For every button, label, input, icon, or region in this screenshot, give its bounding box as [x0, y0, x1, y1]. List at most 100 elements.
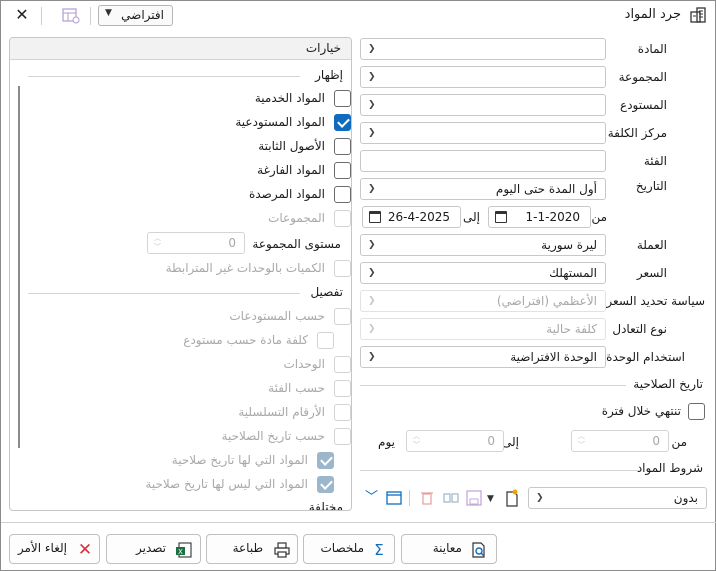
by-expiry-label: حسب تاريخ الصلاحية [221, 429, 325, 443]
chevron-down-icon[interactable]: ﹀ [365, 490, 378, 506]
groups-label: المجموعات [268, 211, 325, 225]
unlinked-units-checkbox[interactable] [334, 260, 351, 277]
material-combo[interactable]: ❯ [360, 38, 606, 60]
spin-arrows-icon[interactable]: ︿ ﹀ [154, 234, 161, 252]
scroll-indicator[interactable] [18, 86, 20, 448]
service-materials-checkbox[interactable] [334, 90, 351, 107]
footer-divider [1, 522, 716, 523]
calendar-icon[interactable] [369, 211, 381, 223]
summaries-button[interactable]: Σ ملخصات [303, 534, 395, 564]
chevron-down-icon: ❯ [368, 44, 376, 54]
cost-center-combo[interactable]: ❯ [360, 122, 606, 144]
show-section-title: إظهار [315, 68, 343, 82]
expiry-period-checkbox[interactable] [688, 403, 705, 420]
unit-usage-combo[interactable]: الوحدة الافتراضية ❯ [360, 346, 606, 368]
toolbar-separator [409, 490, 410, 506]
unit-usage-label: استخدام الوحدة [606, 350, 685, 364]
date-to-input[interactable]: 26-4-2025 [362, 206, 461, 228]
options-header-label: خيارات [305, 41, 341, 55]
expiry-to-input[interactable]: 0 ︿ ﹀ [406, 430, 504, 452]
chevron-down-icon: ❯ [368, 352, 376, 362]
save-icon[interactable] [465, 489, 483, 507]
serial-numbers-checkbox[interactable] [334, 404, 351, 421]
preset-select[interactable]: افتراضي ▼ [98, 5, 173, 26]
preview-button[interactable]: معاينة [401, 534, 497, 564]
export-button[interactable]: X تصدير [106, 534, 201, 564]
warehouse-materials-checkbox[interactable] [334, 114, 351, 131]
chevron-down-icon: ❯ [368, 324, 376, 334]
expiry-to-label: إلى [502, 435, 519, 449]
date-from-input[interactable]: 1-1-2020 [488, 206, 591, 228]
by-warehouses-label: حسب المستودعات [229, 309, 325, 323]
price-combo[interactable]: المستهلك ❯ [360, 262, 606, 284]
category-input[interactable] [360, 150, 606, 172]
preset-value: افتراضي [121, 8, 164, 22]
date-range-combo[interactable]: أول المدة حتى اليوم ❯ [360, 178, 606, 200]
detail-section-title: تفصيل [310, 285, 343, 299]
cancel-button[interactable]: ✕ إلغاء الأمر [9, 534, 100, 564]
chevron-down-icon: ❯ [368, 240, 376, 250]
warehouse-combo[interactable]: ❯ [360, 94, 606, 116]
balanced-materials-checkbox[interactable] [334, 186, 351, 203]
preview-icon [472, 542, 485, 558]
by-category-checkbox[interactable] [334, 380, 351, 397]
expiry-from-label: من [671, 435, 687, 449]
price-policy-combo[interactable]: الأعظمي (افتراضي) ❯ [360, 290, 606, 312]
excel-icon: X [176, 542, 192, 558]
category-label: الفئة [643, 154, 667, 168]
cancel-x-icon: ✕ [77, 540, 93, 560]
expiry-section-title: تاريخ الصلاحية [633, 377, 703, 391]
group-level-value: 0 [228, 236, 236, 250]
equivalence-label: نوع التعادل [612, 322, 667, 336]
expiry-unit-label: يوم [378, 435, 395, 449]
cost-per-warehouse-label: كلفة مادة حسب مستودع [183, 333, 308, 347]
window-icon[interactable] [385, 489, 403, 507]
date-to-value: 26-4-2025 [387, 210, 450, 224]
equivalence-combo[interactable]: كلفة حالية ❯ [360, 318, 606, 340]
summaries-label: ملخصات [320, 541, 364, 555]
preview-label: معاينة [432, 541, 462, 555]
settings-table-icon[interactable] [61, 7, 81, 25]
edit-icon[interactable] [442, 489, 460, 507]
conditions-combo[interactable]: بدون ❯ [528, 487, 707, 509]
spin-arrows-icon[interactable]: ︿ ﹀ [578, 432, 585, 450]
svg-text:X: X [178, 548, 183, 556]
conditions-value: بدون [673, 491, 698, 505]
delete-icon[interactable] [419, 489, 435, 507]
spin-arrows-icon[interactable]: ︿ ﹀ [413, 432, 420, 450]
section-divider [28, 76, 300, 77]
chevron-down-icon: ❯ [536, 493, 544, 503]
chevron-down-icon[interactable]: ▼ [487, 491, 494, 507]
by-expiry-checkbox[interactable] [334, 428, 351, 445]
empty-materials-label: المواد الفارغة [257, 163, 325, 177]
price-policy-label: سياسة تحديد السعر [606, 294, 705, 308]
currency-combo[interactable]: ليرة سورية ❯ [360, 234, 606, 256]
by-warehouses-checkbox[interactable] [334, 308, 351, 325]
without-expiry-checkbox[interactable] [317, 476, 334, 493]
by-category-label: حسب الفئة [268, 381, 325, 395]
date-range-value: أول المدة حتى اليوم [495, 182, 597, 196]
new-condition-icon[interactable] [503, 488, 521, 508]
price-value: المستهلك [549, 266, 597, 280]
unit-usage-value: الوحدة الافتراضية [510, 350, 597, 364]
group-combo[interactable]: ❯ [360, 66, 606, 88]
cancel-label: إلغاء الأمر [17, 541, 67, 555]
groups-checkbox[interactable] [334, 210, 351, 227]
expiry-from-input[interactable]: 0 ︿ ﹀ [571, 430, 669, 452]
group-level-input[interactable]: 0 ︿ ﹀ [147, 232, 245, 254]
calendar-icon[interactable] [495, 211, 507, 223]
options-panel: خيارات إظهار المواد الخدمية المواد المست… [9, 37, 352, 511]
empty-materials-checkbox[interactable] [334, 162, 351, 179]
equivalence-value: كلفة حالية [546, 322, 597, 336]
with-expiry-checkbox[interactable] [317, 452, 334, 469]
units-checkbox[interactable] [334, 356, 351, 373]
fixed-assets-checkbox[interactable] [334, 138, 351, 155]
serial-numbers-label: الأرقام التسلسلية [238, 405, 325, 419]
cost-per-warehouse-checkbox[interactable] [317, 332, 334, 349]
group-label: المجموعة [618, 70, 667, 84]
date-to-label: إلى [463, 210, 480, 224]
options-header: خيارات [10, 38, 351, 60]
close-icon[interactable]: ✕ [9, 5, 35, 27]
chevron-down-icon: ❯ [368, 100, 376, 110]
print-button[interactable]: طباعة [206, 534, 298, 564]
